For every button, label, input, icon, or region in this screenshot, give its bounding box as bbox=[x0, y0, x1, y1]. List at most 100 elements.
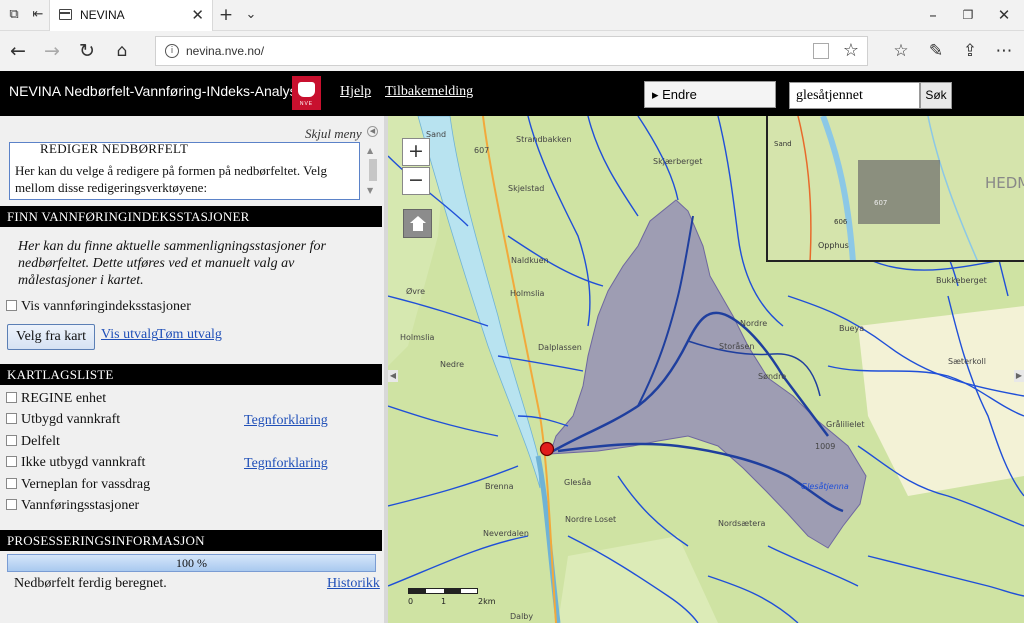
show-stations-label: Vis vannføringindeksstasjoner bbox=[21, 299, 191, 314]
change-basemap-button[interactable]: ▸ Endre bakgrunnskart bbox=[644, 81, 776, 127]
layer-item[interactable]: Verneplan for vassdrag bbox=[6, 476, 150, 494]
home-icon bbox=[410, 216, 426, 223]
map-place-label: Skjelstad bbox=[508, 184, 544, 193]
legend-link-hydropower[interactable]: Tegnforklaring bbox=[244, 413, 328, 429]
map-view[interactable]: Sand Strandbakken 607 Skjærberget Skjels… bbox=[388, 116, 1024, 623]
map-place-label: Neverdalen bbox=[483, 529, 529, 538]
overview-map[interactable]: Sand 607 606 Opphus HEDM bbox=[766, 116, 1024, 262]
progress-bar: 100 % bbox=[7, 554, 376, 572]
show-stations-checkbox[interactable] bbox=[6, 300, 17, 312]
zoom-out-button[interactable]: − bbox=[402, 167, 430, 195]
overview-road bbox=[797, 116, 812, 260]
scroll-down-icon[interactable]: ▼ bbox=[367, 186, 373, 195]
back-icon[interactable]: ← bbox=[6, 39, 30, 63]
layer-item[interactable]: REGINE enhet bbox=[6, 390, 106, 408]
favorite-star-icon[interactable]: ☆ bbox=[843, 40, 859, 61]
layer-checkbox[interactable] bbox=[6, 478, 17, 490]
map-place-label: Skjærberget bbox=[653, 157, 702, 166]
tab-title: NEVINA bbox=[80, 8, 125, 22]
scroll-thumb[interactable] bbox=[369, 159, 377, 181]
open-area bbox=[858, 306, 1024, 496]
map-road-number: 607 bbox=[474, 146, 489, 155]
place-search-input[interactable]: glesåtjennet bbox=[789, 82, 920, 109]
more-menu-icon[interactable]: ⋯ bbox=[992, 39, 1016, 63]
feedback-link[interactable]: Tilbakemelding bbox=[385, 84, 473, 100]
map-place-label: Bukkeberget bbox=[936, 276, 987, 285]
search-button[interactable]: Søk bbox=[920, 82, 952, 109]
outlet-point[interactable] bbox=[539, 441, 555, 457]
map-place-label: Dalby bbox=[510, 612, 533, 621]
map-place-label: Nordre bbox=[740, 319, 767, 328]
new-tab-icon[interactable]: + bbox=[218, 7, 234, 24]
map-place-label: Glesåa bbox=[564, 477, 591, 487]
zoom-in-button[interactable]: + bbox=[402, 138, 430, 166]
edit-box-scrollbar[interactable]: ▲ ▼ bbox=[367, 146, 379, 198]
app-header: NEVINA Nedbørfelt-Vannføring-INdeks-Anal… bbox=[0, 71, 1024, 127]
reading-view-icon[interactable] bbox=[813, 43, 829, 59]
close-tab-icon[interactable]: ✕ bbox=[191, 6, 204, 24]
set-tabs-aside-icon[interactable]: ⇤ bbox=[30, 7, 46, 23]
home-icon[interactable]: ⌂ bbox=[110, 39, 134, 63]
close-window-icon[interactable]: ✕ bbox=[994, 5, 1014, 25]
hide-menu-link[interactable]: Skjul meny bbox=[305, 126, 362, 142]
restore-icon[interactable]: ❐ bbox=[958, 5, 978, 25]
map-place-label: Nordsæterа bbox=[718, 519, 765, 528]
scroll-up-icon[interactable]: ▲ bbox=[367, 146, 373, 155]
layer-label: Utbygd vannkraft bbox=[21, 412, 121, 427]
overview-region-label: HEDM bbox=[985, 174, 1024, 192]
scale-bar bbox=[408, 588, 478, 594]
refresh-icon[interactable]: ↻ bbox=[75, 39, 99, 63]
favorites-hub-icon[interactable]: ☆ bbox=[889, 39, 913, 63]
home-extent-button[interactable] bbox=[403, 209, 432, 238]
layer-item[interactable]: Utbygd vannkraft bbox=[6, 411, 120, 429]
web-note-icon[interactable]: ✎ bbox=[924, 39, 948, 63]
share-icon[interactable]: ⇪ bbox=[958, 39, 982, 63]
layer-label: Ikke utbygd vannkraft bbox=[21, 455, 146, 470]
layer-item[interactable]: Delfelt bbox=[6, 433, 60, 451]
layer-checkbox[interactable] bbox=[6, 392, 17, 404]
overview-place-label: Sand bbox=[774, 140, 792, 148]
map-place-label: Søndre bbox=[758, 372, 786, 381]
scale-label: 2km bbox=[478, 597, 496, 606]
layer-checkbox[interactable] bbox=[6, 435, 17, 447]
url-field[interactable]: i nevina.nve.no/ ☆ bbox=[155, 36, 868, 66]
clear-selection-link[interactable]: Tøm utvalg bbox=[157, 327, 222, 343]
site-info-icon[interactable]: i bbox=[165, 44, 179, 58]
layer-checkbox[interactable] bbox=[6, 499, 17, 511]
progress-label: 100 % bbox=[176, 556, 207, 570]
layer-checkbox[interactable] bbox=[6, 456, 17, 468]
layer-item[interactable]: Ikke utbygd vannkraft bbox=[6, 454, 145, 472]
status-text: Nedbørfelt ferdig beregnet. bbox=[14, 576, 167, 591]
map-place-label: Grålilielet bbox=[826, 419, 864, 429]
legend-link-undeveloped[interactable]: Tegnforklaring bbox=[244, 456, 328, 472]
layer-checkbox[interactable] bbox=[6, 413, 17, 425]
pan-left-icon[interactable]: ◀ bbox=[388, 370, 398, 382]
tab-preview-icon[interactable]: ⧉ bbox=[6, 7, 22, 23]
overview-extent[interactable] bbox=[858, 160, 940, 224]
scale-label: 1 bbox=[441, 597, 447, 606]
collapse-left-icon[interactable]: ◀ bbox=[367, 126, 378, 137]
map-place-label: Øvre bbox=[406, 286, 425, 296]
scale-label: 0 bbox=[408, 597, 414, 606]
show-stations-row[interactable]: Vis vannføringindeksstasjoner bbox=[6, 298, 191, 316]
show-selection-link[interactable]: Vis utvalg bbox=[101, 327, 158, 343]
help-link[interactable]: Hjelp bbox=[340, 84, 371, 100]
forward-icon[interactable]: → bbox=[40, 39, 64, 63]
map-place-label: Naldkuen bbox=[511, 256, 549, 265]
history-link[interactable]: Historikk bbox=[327, 576, 380, 592]
minimize-icon[interactable]: – bbox=[923, 5, 943, 25]
tab-list-chevron-icon[interactable]: ⌄ bbox=[243, 7, 259, 23]
address-bar: ← → ↻ ⌂ i nevina.nve.no/ ☆ ☆ ✎ ⇪ ⋯ bbox=[0, 31, 1024, 71]
overview-road-number: 606 bbox=[834, 218, 848, 226]
layer-label: Verneplan for vassdrag bbox=[21, 477, 151, 492]
pan-right-icon[interactable]: ▶ bbox=[1014, 370, 1024, 382]
browser-tab[interactable]: NEVINA ✕ bbox=[49, 0, 213, 31]
map-place-label: Nedre bbox=[440, 360, 464, 369]
layer-item[interactable]: Vannføringsstasjoner bbox=[6, 497, 139, 515]
edit-watershed-box: REDIGER NEDBØRFELT Her kan du velge å re… bbox=[9, 142, 360, 200]
logo-text: NVE bbox=[299, 101, 314, 107]
map-place-label: Nordre Loset bbox=[565, 515, 616, 524]
map-place-label: Holmslia bbox=[510, 289, 545, 298]
pick-from-map-button[interactable]: Velg fra kart bbox=[7, 324, 95, 350]
map-place-label: Strandbakken bbox=[516, 135, 572, 144]
